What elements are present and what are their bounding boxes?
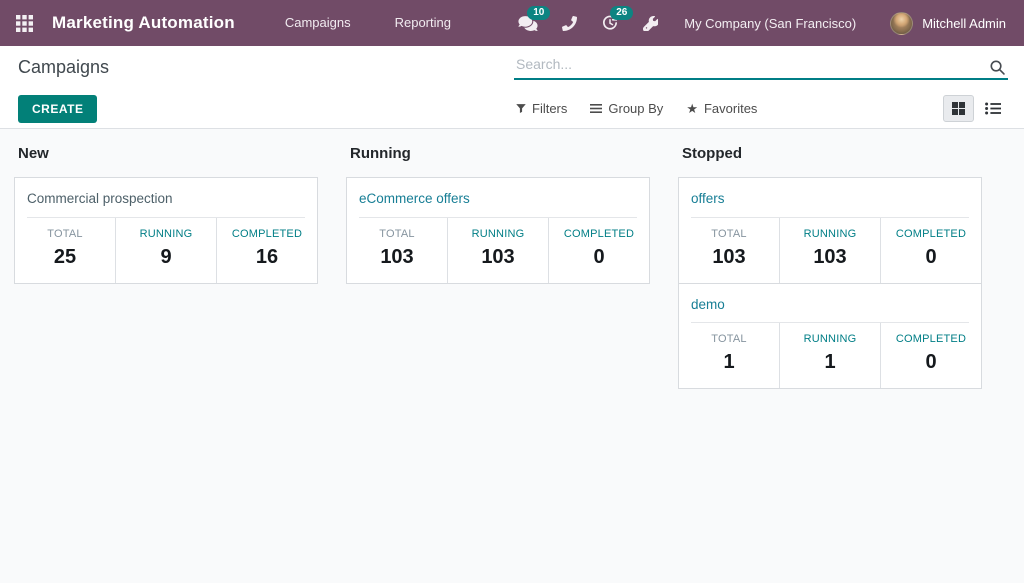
activities-button[interactable]: 26 bbox=[589, 0, 631, 46]
nav-item-campaigns[interactable]: Campaigns bbox=[263, 0, 373, 46]
campaign-card[interactable]: eCommerce offers TOTAL 103 RUNNING 103 C… bbox=[346, 177, 650, 284]
filters-menu[interactable]: Filters bbox=[516, 101, 567, 116]
campaign-card-title[interactable]: demo bbox=[679, 284, 981, 323]
kanban-view-icon bbox=[952, 102, 966, 116]
activities-badge: 26 bbox=[610, 6, 633, 20]
systray: 10 26 bbox=[506, 0, 1024, 46]
stat-running-value: 1 bbox=[780, 351, 880, 374]
filter-funnel-icon bbox=[516, 103, 526, 114]
campaign-stats: TOTAL 25 RUNNING 9 COMPLETED 16 bbox=[15, 218, 317, 283]
favorites-label: Favorites bbox=[704, 101, 757, 116]
stat-running: RUNNING 9 bbox=[115, 218, 216, 283]
filters-label: Filters bbox=[532, 101, 567, 116]
group-by-label: Group By bbox=[608, 101, 663, 116]
stat-total: TOTAL 103 bbox=[679, 218, 779, 283]
kanban-view-button[interactable] bbox=[943, 95, 974, 122]
campaign-card-title[interactable]: eCommerce offers bbox=[347, 178, 649, 217]
stat-completed-value: 0 bbox=[881, 246, 981, 269]
control-panel-buttons: CREATE Filters Group By ★ Favorites bbox=[0, 88, 1024, 129]
stat-total-value: 103 bbox=[347, 246, 447, 269]
stat-total-value: 1 bbox=[679, 351, 779, 374]
grid-3x3-icon bbox=[16, 15, 33, 32]
stat-total: TOTAL 25 bbox=[15, 218, 115, 283]
nav-item-reporting[interactable]: Reporting bbox=[373, 0, 473, 46]
control-panel-top: Campaigns bbox=[0, 46, 1024, 88]
phone-button[interactable] bbox=[550, 0, 589, 46]
kanban-column: Running eCommerce offers TOTAL 103 RUNNI… bbox=[346, 143, 650, 284]
kanban-column: New Commercial prospection TOTAL 25 RUNN… bbox=[14, 143, 318, 284]
kanban-board: New Commercial prospection TOTAL 25 RUNN… bbox=[0, 129, 1024, 583]
campaign-stats: TOTAL 103 RUNNING 103 COMPLETED 0 bbox=[679, 218, 981, 283]
user-menu[interactable]: Mitchell Admin bbox=[890, 12, 1006, 35]
stat-running-label: RUNNING bbox=[116, 228, 216, 240]
messages-badge: 10 bbox=[527, 6, 550, 20]
stat-completed-value: 0 bbox=[881, 351, 981, 374]
search-input[interactable] bbox=[514, 51, 1008, 80]
stat-total-label: TOTAL bbox=[679, 228, 779, 240]
stat-completed-label: COMPLETED bbox=[881, 228, 981, 240]
wrench-icon bbox=[643, 16, 658, 31]
campaign-card-title[interactable]: offers bbox=[679, 178, 981, 217]
app-title[interactable]: Marketing Automation bbox=[52, 13, 235, 33]
star-icon: ★ bbox=[686, 102, 698, 115]
campaign-card[interactable]: Commercial prospection TOTAL 25 RUNNING … bbox=[14, 177, 318, 284]
campaign-card[interactable]: offers TOTAL 103 RUNNING 103 COMPLETED 0 bbox=[678, 177, 982, 284]
stat-total-label: TOTAL bbox=[15, 228, 115, 240]
stat-total-label: TOTAL bbox=[679, 333, 779, 345]
stat-running-label: RUNNING bbox=[780, 333, 880, 345]
apps-menu-button[interactable] bbox=[0, 0, 48, 46]
kanban-column-title: Running bbox=[350, 145, 650, 162]
kanban-column-title: New bbox=[18, 145, 318, 162]
campaign-card[interactable]: demo TOTAL 1 RUNNING 1 COMPLETED 0 bbox=[678, 283, 982, 390]
stat-total: TOTAL 1 bbox=[679, 323, 779, 388]
stat-total-label: TOTAL bbox=[347, 228, 447, 240]
messages-button[interactable]: 10 bbox=[506, 0, 550, 46]
stat-completed-label: COMPLETED bbox=[549, 228, 649, 240]
kanban-column-cards: offers TOTAL 103 RUNNING 103 COMPLETED 0… bbox=[678, 177, 982, 389]
search-box bbox=[514, 51, 1008, 80]
stat-running-value: 103 bbox=[780, 246, 880, 269]
stat-total-value: 25 bbox=[15, 246, 115, 269]
top-navbar: Marketing Automation Campaigns Reporting… bbox=[0, 0, 1024, 46]
stat-running-label: RUNNING bbox=[448, 228, 548, 240]
stat-completed-label: COMPLETED bbox=[217, 228, 317, 240]
phone-icon bbox=[562, 16, 577, 31]
stat-total-value: 103 bbox=[679, 246, 779, 269]
page-title: Campaigns bbox=[18, 57, 109, 78]
group-by-icon bbox=[590, 103, 602, 114]
campaign-stats: TOTAL 103 RUNNING 103 COMPLETED 0 bbox=[347, 218, 649, 283]
group-by-menu[interactable]: Group By bbox=[590, 101, 663, 116]
campaign-card-title[interactable]: Commercial prospection bbox=[15, 178, 317, 217]
view-switcher bbox=[943, 95, 1008, 122]
kanban-column-title: Stopped bbox=[682, 145, 982, 162]
stat-completed-value: 0 bbox=[549, 246, 649, 269]
user-name: Mitchell Admin bbox=[922, 16, 1006, 31]
stat-total: TOTAL 103 bbox=[347, 218, 447, 283]
stat-completed: COMPLETED 16 bbox=[216, 218, 317, 283]
avatar bbox=[890, 12, 913, 35]
stat-running: RUNNING 1 bbox=[779, 323, 880, 388]
campaign-stats: TOTAL 1 RUNNING 1 COMPLETED 0 bbox=[679, 323, 981, 388]
list-view-icon bbox=[985, 102, 1001, 115]
stat-running-label: RUNNING bbox=[780, 228, 880, 240]
stat-running: RUNNING 103 bbox=[779, 218, 880, 283]
stat-running: RUNNING 103 bbox=[447, 218, 548, 283]
stat-running-value: 103 bbox=[448, 246, 548, 269]
magnifier-icon[interactable] bbox=[989, 59, 1006, 76]
stat-completed-value: 16 bbox=[217, 246, 317, 269]
stat-completed: COMPLETED 0 bbox=[548, 218, 649, 283]
search-options: Filters Group By ★ Favorites bbox=[516, 88, 757, 128]
company-switcher[interactable]: My Company (San Francisco) bbox=[684, 16, 856, 31]
favorites-menu[interactable]: ★ Favorites bbox=[686, 101, 757, 116]
stat-running-value: 9 bbox=[116, 246, 216, 269]
stat-completed: COMPLETED 0 bbox=[880, 323, 981, 388]
stat-completed-label: COMPLETED bbox=[881, 333, 981, 345]
kanban-column: Stopped offers TOTAL 103 RUNNING 103 COM… bbox=[678, 143, 982, 389]
kanban-column-cards: Commercial prospection TOTAL 25 RUNNING … bbox=[14, 177, 318, 284]
tools-button[interactable] bbox=[631, 0, 670, 46]
create-button[interactable]: CREATE bbox=[18, 95, 97, 123]
stat-completed: COMPLETED 0 bbox=[880, 218, 981, 283]
list-view-button[interactable] bbox=[977, 95, 1008, 122]
kanban-column-cards: eCommerce offers TOTAL 103 RUNNING 103 C… bbox=[346, 177, 650, 284]
